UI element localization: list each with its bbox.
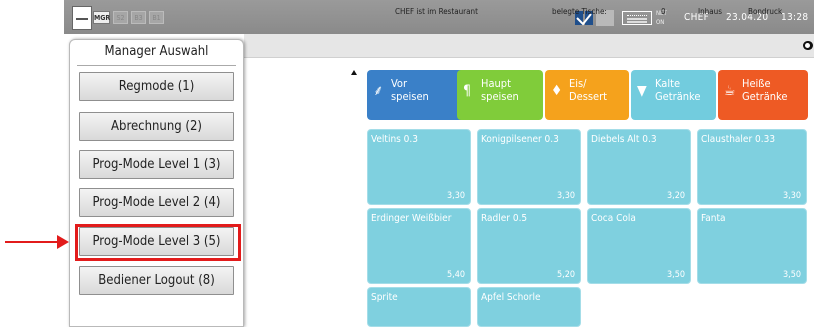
category-label-line2: speisen — [481, 90, 519, 103]
print-toggle[interactable] — [803, 41, 813, 50]
product-tile[interactable]: Sprite — [367, 287, 471, 327]
product-name: Radler 0.5 — [481, 213, 528, 224]
product-tile[interactable]: Erdinger Weißbier 5,40 — [367, 208, 471, 284]
status-mode: Inhaus — [698, 7, 722, 16]
product-name: Veltins 0.3 — [371, 134, 418, 145]
category-label-line2: Getränke — [655, 90, 701, 103]
glass-icon: ▼ — [637, 83, 647, 99]
product-name: Erdinger Weißbier — [371, 213, 452, 224]
ice-cream-icon: ♦ — [551, 83, 563, 99]
category-vorspeisen[interactable]: ⸙ Vor speisen — [367, 70, 471, 120]
category-label-line2: speisen — [391, 90, 429, 103]
keyboard-icon[interactable] — [622, 11, 652, 25]
category-label-line2: Getränke — [742, 90, 788, 103]
product-tile[interactable]: Konigpilsener 0.3 3,30 — [477, 129, 581, 205]
product-name: Apfel Schorle — [481, 292, 541, 303]
category-label-line1: Vor — [391, 77, 408, 90]
app-logo-icon[interactable] — [72, 6, 92, 30]
mode-button-mgr[interactable]: MGR — [93, 11, 110, 24]
menu-button-abrechnung[interactable]: Abrechnung (2) — [79, 112, 234, 141]
menu-button-prog-mode-level-2[interactable]: Prog-Mode Level 2 (4) — [79, 188, 234, 217]
product-tile[interactable]: Diebels Alt 0.3 3,20 — [587, 129, 691, 205]
product-price: 3,30 — [556, 191, 575, 201]
product-name: Diebels Alt 0.3 — [591, 134, 657, 145]
product-tile[interactable]: Coca Cola 3,50 — [587, 208, 691, 284]
divider — [77, 65, 236, 66]
scroll-up-icon[interactable] — [351, 70, 357, 75]
menu-button-bediener-logout[interactable]: Bediener Logout (8) — [79, 266, 234, 295]
pointer-arrow — [5, 241, 59, 243]
cutlery-icon: ¶ — [463, 83, 472, 99]
product-name: Konigpilsener 0.3 — [481, 134, 559, 145]
product-price: 3,30 — [782, 191, 801, 201]
category-label-line2: Dessert — [569, 90, 608, 103]
category-label-line1: Eis/ — [569, 77, 587, 90]
product-name: Clausthaler 0.33 — [701, 134, 776, 145]
mode-button-b3[interactable]: B3 — [131, 11, 146, 24]
category-label-line1: Heiße — [742, 77, 771, 90]
product-name: Coca Cola — [591, 213, 636, 224]
coffee-cup-icon: ☕ — [724, 83, 736, 99]
product-price: 3,20 — [666, 191, 685, 201]
category-heisse-getraenke[interactable]: ☕ Heiße Getränke — [718, 70, 808, 120]
net-state: ON — [656, 19, 665, 26]
mode-button-s2[interactable]: S2 — [113, 11, 128, 24]
product-tile[interactable]: Apfel Schorle — [477, 287, 581, 327]
menu-button-regmode[interactable]: Regmode (1) — [79, 72, 234, 101]
product-price: 5,20 — [556, 270, 575, 280]
category-hauptspeisen[interactable]: ¶ Haupt speisen — [457, 70, 543, 120]
product-price: 3,30 — [446, 191, 465, 201]
manager-menu-panel: Manager Auswahl Regmode (1) Abrechnung (… — [69, 39, 244, 327]
mode-button-b1[interactable]: B1 — [149, 11, 164, 24]
product-price: 5,40 — [446, 270, 465, 280]
product-tile[interactable]: Clausthaler 0.33 3,30 — [697, 129, 807, 205]
manager-menu-title: Manager Auswahl — [104, 44, 209, 59]
status-bar — [244, 34, 814, 58]
product-name: Fanta — [701, 213, 726, 224]
status-location: CHEF ist im Restaurant — [395, 7, 478, 16]
product-price: 3,50 — [666, 270, 685, 280]
category-eis-dessert[interactable]: ♦ Eis/Dessert — [545, 70, 629, 120]
product-tile[interactable]: Veltins 0.3 3,30 — [367, 129, 471, 205]
status-print: Bondruck — [748, 7, 783, 16]
product-tile[interactable]: Radler 0.5 5,20 — [477, 208, 581, 284]
product-price: 3,50 — [782, 270, 801, 280]
product-name: Sprite — [371, 292, 398, 303]
category-kalte-getraenke[interactable]: ▼ Kalte Getränke — [631, 70, 716, 120]
status-tables-label: belegte Tische: — [552, 7, 607, 16]
highlight-box — [75, 224, 241, 261]
time-display: 13:28 — [781, 12, 809, 23]
menu-button-prog-mode-level-1[interactable]: Prog-Mode Level 1 (3) — [79, 150, 234, 179]
pointer-arrow-head — [57, 235, 69, 249]
status-tables-count: 0 — [661, 7, 666, 16]
category-label-line1: Kalte — [655, 77, 681, 90]
product-tile[interactable]: Fanta 3,50 — [697, 208, 807, 284]
category-label-line1: Haupt — [481, 77, 511, 90]
spoon-icon: ⸙ — [373, 83, 384, 99]
